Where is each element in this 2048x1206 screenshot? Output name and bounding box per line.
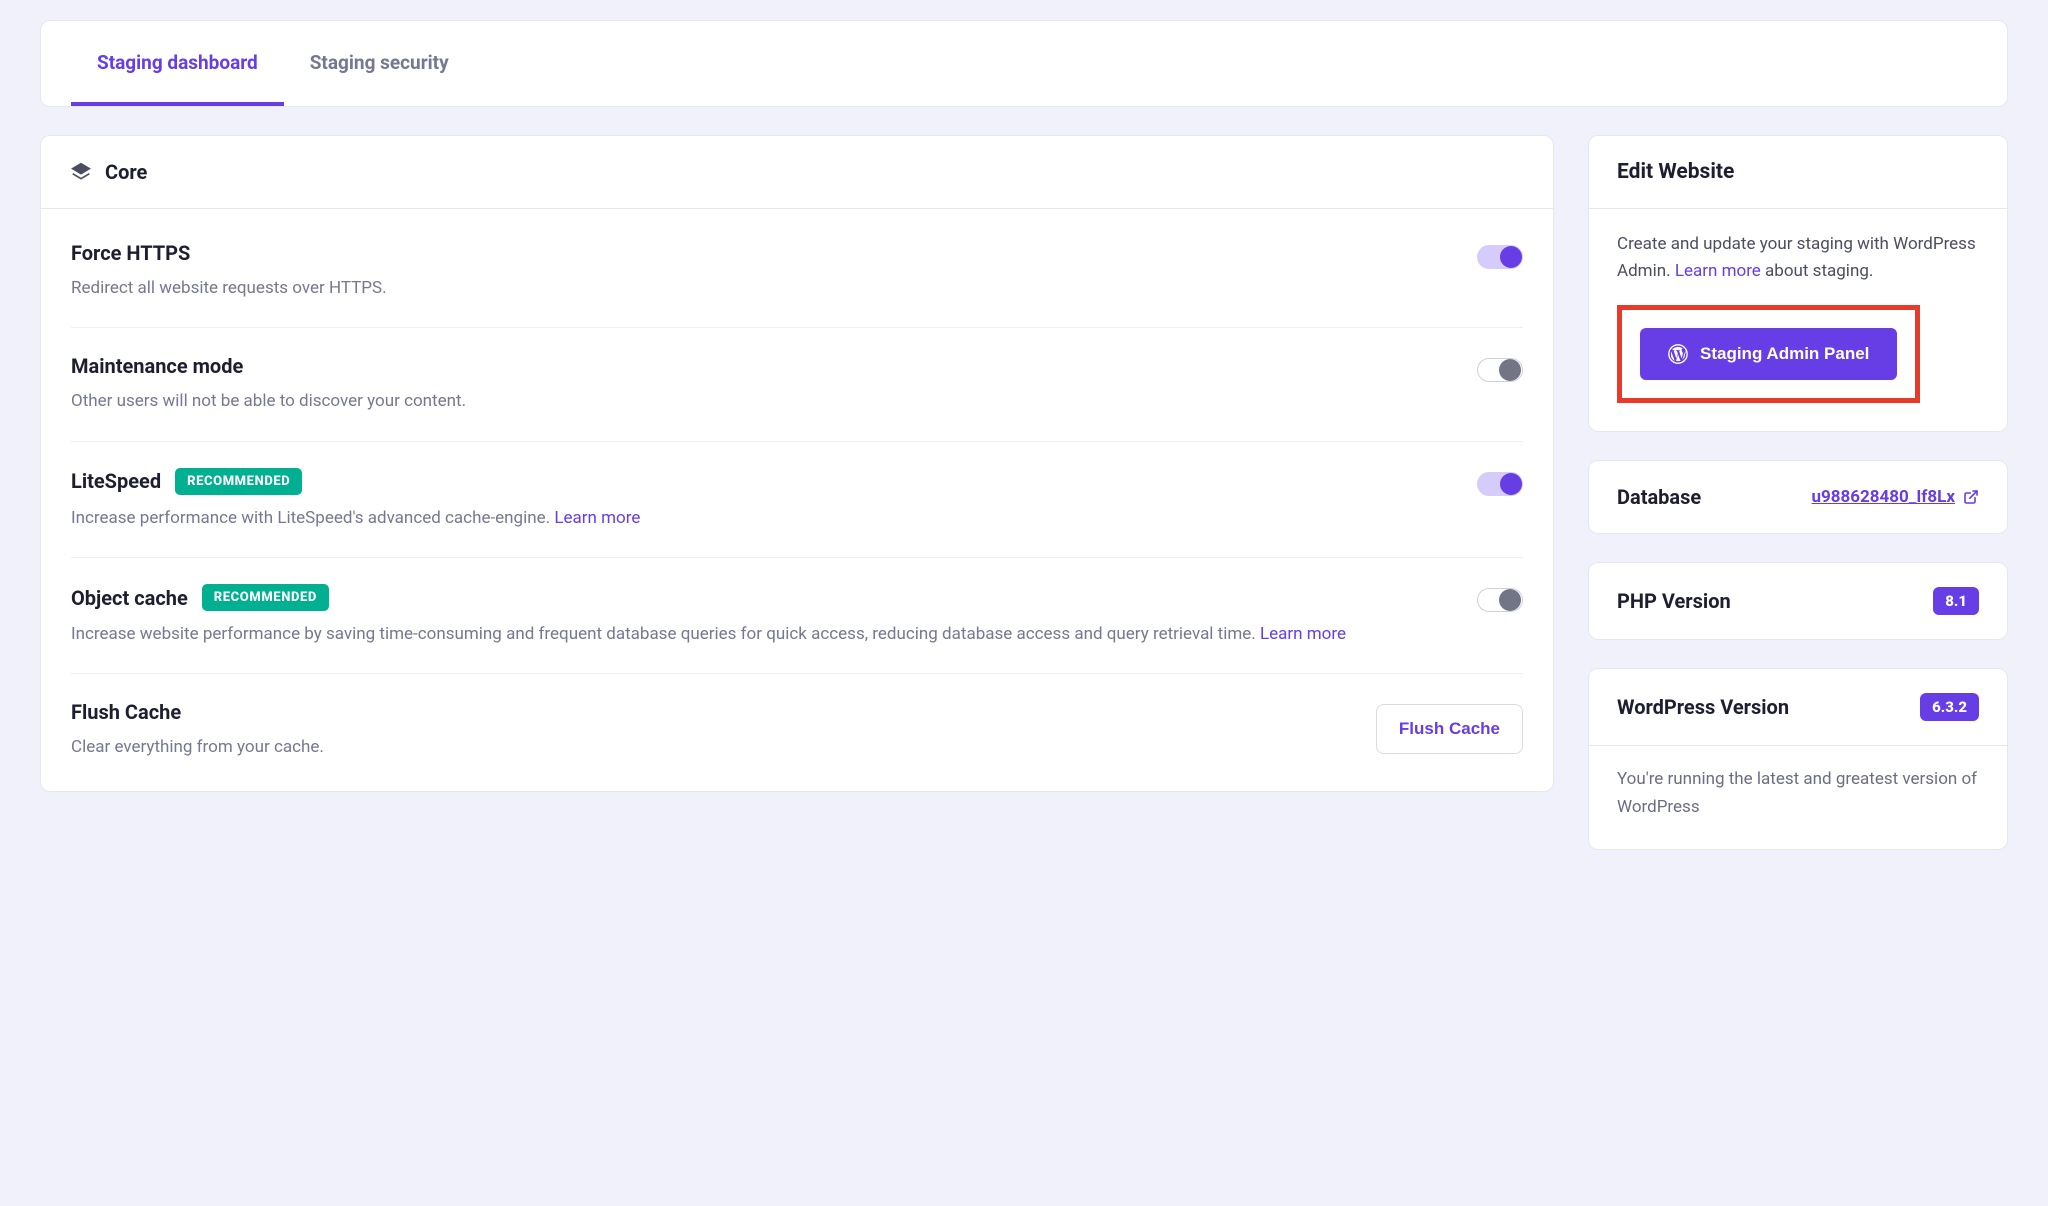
setting-desc: Increase website performance by saving t… [71,621,1457,647]
php-version-label: PHP Version [1617,589,1731,613]
setting-title: Maintenance mode [71,354,243,378]
setting-desc: Other users will not be able to discover… [71,388,1457,414]
button-label: Staging Admin Panel [1700,344,1869,364]
learn-more-link[interactable]: Learn more [554,508,640,528]
setting-desc: Clear everything from your cache. [71,734,1356,760]
staging-admin-panel-button[interactable]: Staging Admin Panel [1640,328,1897,380]
setting-desc-text: Increase performance with LiteSpeed's ad… [71,508,554,528]
wordpress-version-badge: 6.3.2 [1920,693,1979,721]
wordpress-version-panel: WordPress Version 6.3.2 You're running t… [1588,668,2008,849]
setting-flush-cache: Flush Cache Clear everything from your c… [71,674,1523,760]
edit-website-title: Edit Website [1589,136,2007,209]
flush-cache-button[interactable]: Flush Cache [1376,704,1523,754]
database-link[interactable]: u988628480_If8Lx [1811,487,1979,507]
setting-title: LiteSpeed [71,469,161,493]
setting-object-cache: Object cache RECOMMENDED Increase websit… [71,558,1523,674]
php-version-panel: PHP Version 8.1 [1588,562,2008,640]
external-link-icon [1963,489,1979,505]
learn-more-link[interactable]: Learn more [1260,624,1346,644]
core-header: Core [41,136,1553,209]
database-value: u988628480_If8Lx [1811,487,1955,507]
wordpress-version-label: WordPress Version [1617,695,1789,719]
wordpress-icon [1668,344,1688,364]
toggle-object-cache[interactable] [1477,588,1523,612]
edit-website-panel: Edit Website Create and update your stag… [1588,135,2008,432]
setting-title: Force HTTPS [71,241,190,265]
edit-website-desc-post: about staging. [1761,261,1874,281]
tab-staging-dashboard[interactable]: Staging dashboard [71,21,284,106]
recommended-badge: RECOMMENDED [202,584,329,611]
setting-desc: Increase performance with LiteSpeed's ad… [71,505,1457,531]
setting-title: Object cache [71,586,188,610]
core-panel: Core Force HTTPS Redirect all website re… [40,135,1554,792]
setting-maintenance-mode: Maintenance mode Other users will not be… [71,328,1523,441]
highlight-box: Staging Admin Panel [1617,305,1920,403]
edit-website-desc: Create and update your staging with Word… [1617,234,1976,281]
database-label: Database [1617,485,1701,509]
database-panel: Database u988628480_If8Lx [1588,460,2008,534]
toggle-maintenance-mode[interactable] [1477,358,1523,382]
learn-more-link[interactable]: Learn more [1675,261,1761,281]
setting-litespeed: LiteSpeed RECOMMENDED Increase performan… [71,442,1523,558]
wordpress-version-note: You're running the latest and greatest v… [1589,745,2007,848]
php-version-badge: 8.1 [1933,587,1979,615]
toggle-litespeed[interactable] [1477,472,1523,496]
layers-icon [71,162,91,182]
setting-desc-text: Increase website performance by saving t… [71,624,1260,644]
tabs-bar: Staging dashboard Staging security [40,20,2008,107]
recommended-badge: RECOMMENDED [175,468,302,495]
core-title: Core [105,160,147,184]
toggle-force-https[interactable] [1477,245,1523,269]
setting-desc: Redirect all website requests over HTTPS… [71,275,1457,301]
setting-force-https: Force HTTPS Redirect all website request… [71,215,1523,328]
tab-staging-security[interactable]: Staging security [284,21,475,106]
setting-title: Flush Cache [71,700,181,724]
